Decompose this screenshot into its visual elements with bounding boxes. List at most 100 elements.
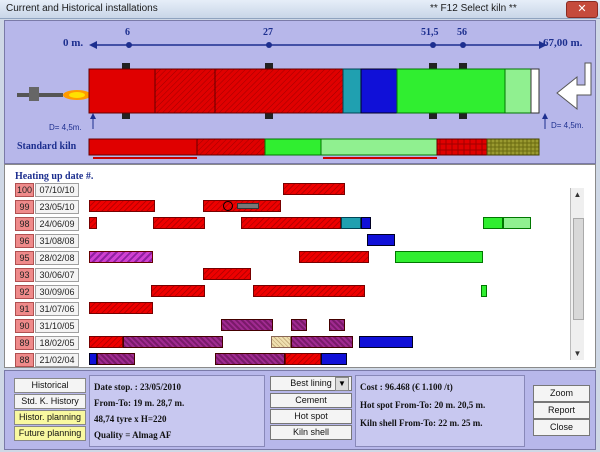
scroll-thumb[interactable] [573,218,584,320]
lining-segment[interactable] [253,285,365,297]
scroll-down-button[interactable]: ▼ [571,347,584,360]
marker-dot-27 [266,42,272,48]
lining-segment[interactable] [89,336,123,348]
row-number: 92 [15,285,34,299]
lining-segment[interactable] [203,268,251,280]
lining-segment[interactable] [329,319,345,331]
stop-details-box: Date stop. : 23/05/2010 From-To: 19 m. 2… [89,375,265,447]
marker-label-6: 6 [125,27,130,38]
row-date: 31/10/05 [35,319,79,333]
lining-segment[interactable] [215,353,285,365]
lining-segment[interactable] [153,217,205,229]
kiln-zone-2 [154,68,216,114]
select-kiln-hint: ** F12 Select kiln ** [430,3,517,14]
standard-zone-1 [88,138,198,156]
row-number: 90 [15,319,34,333]
date-stop-text: Date stop. : 23/05/2010 [94,382,181,392]
lining-segment[interactable] [503,217,531,229]
kiln-zone-7 [504,68,532,114]
details-panel: Historical Std. K. History Histor. plann… [4,370,596,450]
standard-zone-6 [486,138,540,156]
lining-segment[interactable] [291,336,353,348]
lining-segment[interactable] [151,285,205,297]
lining-segment[interactable] [341,217,361,229]
row-number: 93 [15,268,34,282]
title-bar: Current and Historical installations ** … [0,0,600,19]
row-date: 07/10/10 [35,183,79,197]
marker-label-56: 56 [457,27,467,38]
lining-segment[interactable] [271,336,291,348]
report-button[interactable]: Report [533,402,590,419]
from-to-text: From-To: 19 m. 28,7 m. [94,398,185,408]
lining-segment[interactable] [285,353,321,365]
standard-zone-5 [436,138,488,156]
standard-kiln-label: Standard kiln [17,141,77,152]
lining-segment[interactable] [321,353,347,365]
marker-dot-56 [460,42,466,48]
burner-icon [17,87,91,101]
kiln-end-label: 67,00 m. [543,37,583,49]
cement-button[interactable]: Cement [270,393,352,408]
lining-segment[interactable] [89,302,153,314]
lining-segment[interactable] [89,353,97,365]
lining-segment[interactable] [299,251,369,263]
zoom-button[interactable]: Zoom [533,385,590,402]
lining-segment[interactable] [481,285,487,297]
cost-details-box: Cost : 96.468 (€ 1.100 /t) Hot spot From… [355,375,525,447]
tyre-text: 48,74 tyre x H=220 [94,414,167,424]
scroll-up-button[interactable]: ▲ [571,188,584,201]
kiln-shell-range-text: Kiln shell From-To: 22 m. 25 m. [360,418,483,428]
row-date: 18/02/05 [35,336,79,350]
row-number: 98 [15,217,34,231]
cost-text: Cost : 96.468 (€ 1.100 /t) [360,382,453,392]
kiln-overview-panel: 0 m. 67,00 m. 6 27 51,5 56 D= 4,5m. D= 4… [4,20,596,164]
row-date: 30/09/06 [35,285,79,299]
row-number: 89 [15,336,34,350]
lining-segment[interactable] [283,183,345,195]
lining-segment[interactable] [483,217,503,229]
lining-segment[interactable] [123,336,223,348]
marker-label-51-5: 51,5 [421,27,439,38]
lining-segment[interactable] [221,319,273,331]
kiln-zone-4 [342,68,362,114]
kiln-shell-button[interactable]: Kiln shell [270,425,352,440]
hot-spot-range-text: Hot spot From-To: 20 m. 20,5 m. [360,400,486,410]
std-kiln-history-button[interactable]: Std. K. History [14,394,86,409]
window-close-button[interactable]: ✕ [566,1,598,18]
diameter-right-label: D= 4,5m. [551,121,584,130]
kiln-start-label: 0 m. [63,37,84,49]
histor-planning-button[interactable]: Histor. planning [14,410,86,425]
historical-button[interactable]: Historical [14,378,86,393]
lining-segment[interactable] [89,200,155,212]
lining-segment[interactable] [291,319,307,331]
lining-segment[interactable] [395,251,483,263]
list-scrollbar[interactable]: ▲ ▼ [570,188,584,360]
lining-segment[interactable] [89,251,153,263]
lining-segment[interactable] [89,217,97,229]
lining-segment[interactable] [359,336,413,348]
row-number: 99 [15,200,34,214]
row-number: 95 [15,251,34,265]
standard-zone-2 [196,138,266,156]
future-planning-button[interactable]: Future planning [14,426,86,441]
standard-zone-3 [264,138,322,156]
lining-segment[interactable] [367,234,395,246]
lining-segment[interactable] [97,353,135,365]
row-date: 21/02/04 [35,353,79,367]
close-button[interactable]: Close [533,419,590,436]
tyre-icon [237,203,259,209]
row-date: 31/07/06 [35,302,79,316]
row-number: 91 [15,302,34,316]
hotspot-circle-icon [223,201,233,211]
chevron-down-icon[interactable]: ▼ [335,377,349,391]
kiln-zone-1 [88,68,156,114]
lining-segment[interactable] [241,217,341,229]
row-date: 30/06/07 [35,268,79,282]
kiln-diagram [17,41,592,159]
lining-segment[interactable] [361,217,371,229]
hot-spot-button[interactable]: Hot spot [270,409,352,424]
kiln-outlet [530,68,540,114]
row-date: 23/05/10 [35,200,79,214]
row-date: 31/08/08 [35,234,79,248]
marker-dot-51-5 [430,42,436,48]
